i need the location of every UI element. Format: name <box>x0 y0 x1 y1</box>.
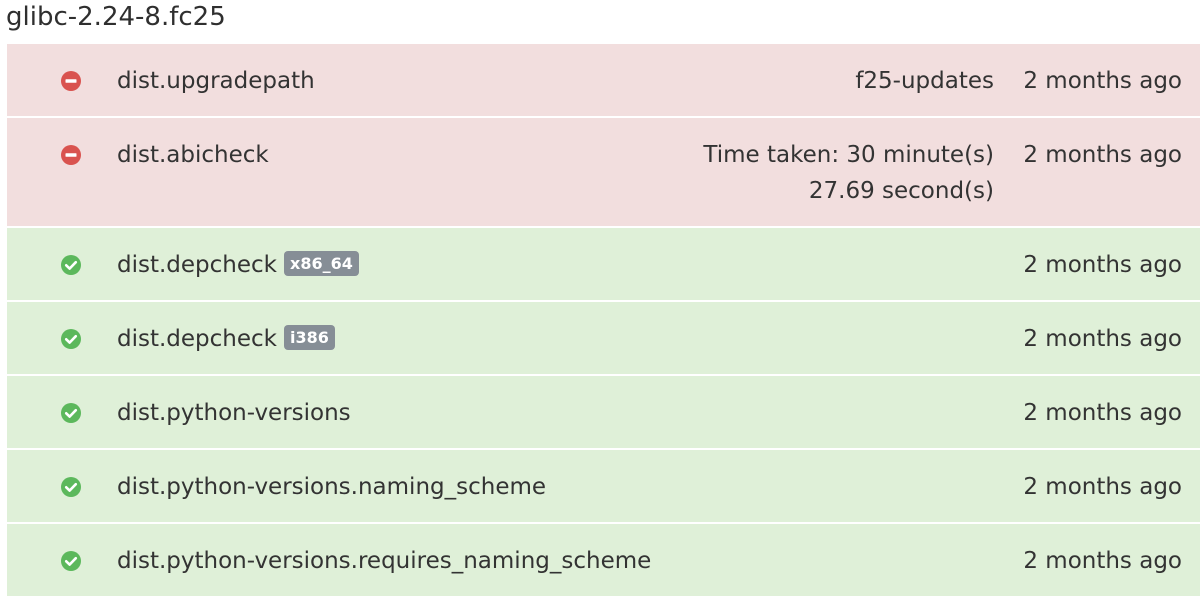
arch-badge: i386 <box>284 325 335 350</box>
result-row[interactable]: dist.python-versions 2 months ago <box>7 376 1200 450</box>
result-note-line: Time taken: 30 minute(s) <box>703 142 994 168</box>
testcase-name-link[interactable]: dist.depcheck x86_64 <box>117 228 359 302</box>
result-note-line: f25-updates <box>855 68 994 94</box>
minus-circle-icon <box>61 145 81 165</box>
result-row[interactable]: dist.depcheck x86_64 2 months ago <box>7 228 1200 302</box>
testcase-name-link[interactable]: dist.python-versions.requires_naming_sch… <box>117 524 651 598</box>
result-time: 2 months ago <box>1023 252 1182 278</box>
testcase-name: dist.depcheck <box>117 326 277 352</box>
testcase-name-link[interactable]: dist.abicheck <box>117 118 269 192</box>
result-time: 2 months ago <box>1023 474 1182 500</box>
result-time: 2 months ago <box>1023 68 1182 94</box>
testcase-name-link[interactable]: dist.python-versions.naming_scheme <box>117 450 546 524</box>
result-note: Time taken: 30 minute(s) 27.69 second(s) <box>703 137 994 209</box>
check-circle-icon <box>61 255 81 275</box>
result-row[interactable]: dist.abicheck Time taken: 30 minute(s) 2… <box>7 118 1200 228</box>
arch-badge: x86_64 <box>284 251 359 276</box>
check-circle-icon <box>61 551 81 571</box>
result-note-line: 27.69 second(s) <box>808 178 994 204</box>
result-row[interactable]: dist.upgradepath f25-updates 2 months ag… <box>7 44 1200 118</box>
testcase-name: dist.depcheck <box>117 252 277 278</box>
testcase-name-link[interactable]: dist.depcheck i386 <box>117 302 335 376</box>
minus-circle-icon <box>61 71 81 91</box>
result-row[interactable]: dist.depcheck i386 2 months ago <box>7 302 1200 376</box>
testcase-name-link[interactable]: dist.python-versions <box>117 376 351 450</box>
testcase-name-link[interactable]: dist.upgradepath <box>117 44 315 118</box>
check-circle-icon <box>61 329 81 349</box>
results-list: dist.upgradepath f25-updates 2 months ag… <box>7 44 1200 598</box>
check-circle-icon <box>61 403 81 423</box>
check-circle-icon <box>61 477 81 497</box>
result-time: 2 months ago <box>1023 548 1182 574</box>
result-time: 2 months ago <box>1023 142 1182 168</box>
page-title: glibc-2.24-8.fc25 <box>6 2 226 32</box>
result-row[interactable]: dist.python-versions.naming_scheme 2 mon… <box>7 450 1200 524</box>
result-note: f25-updates <box>855 44 994 118</box>
result-row[interactable]: dist.python-versions.requires_naming_sch… <box>7 524 1200 598</box>
result-time: 2 months ago <box>1023 400 1182 426</box>
result-time: 2 months ago <box>1023 326 1182 352</box>
